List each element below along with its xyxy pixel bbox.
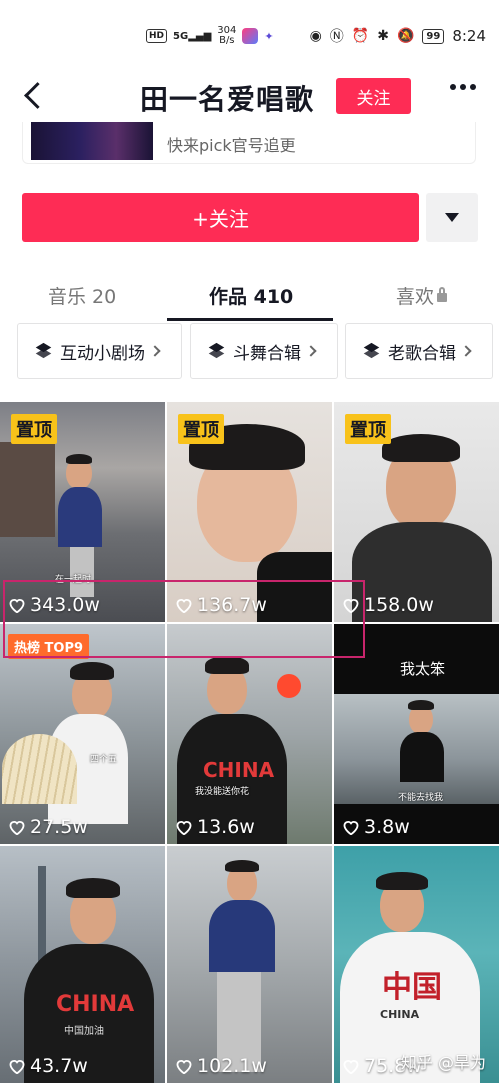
heart-icon	[9, 821, 25, 835]
like-count: 102.1w	[175, 1055, 267, 1077]
status-left: HD 5G▂▄▆ 304 B/s ✦	[146, 26, 274, 46]
layers-icon	[364, 343, 380, 359]
collection-old-songs[interactable]: 老歌合辑	[345, 323, 493, 379]
pinned-badge: 置顶	[178, 414, 224, 444]
like-count-value: 158.0w	[364, 594, 434, 616]
bluetooth-icon: ✱	[377, 28, 389, 44]
person-hair	[408, 700, 434, 710]
like-count-value: 102.1w	[197, 1055, 267, 1077]
heart-icon	[176, 1060, 192, 1074]
person-hair	[225, 860, 259, 872]
follow-dropdown-button[interactable]	[426, 193, 478, 242]
chevron-right-icon	[305, 345, 317, 357]
shirt-print: CHINA	[56, 992, 135, 1017]
video-caption: 四个五	[90, 755, 118, 765]
chevron-right-icon	[149, 345, 161, 357]
like-count-value: 43.7w	[30, 1055, 88, 1077]
heart-icon	[9, 1060, 25, 1074]
person-hair	[66, 454, 92, 464]
layers-icon	[209, 343, 225, 359]
like-count: 13.6w	[175, 816, 255, 838]
pick-card[interactable]: 快来pick官号追更	[22, 122, 476, 164]
person-hair	[382, 434, 460, 462]
battery-icon: 99	[422, 28, 445, 44]
chevron-right-icon	[460, 345, 472, 357]
like-count-value: 27.5w	[30, 816, 88, 838]
tab-music[interactable]: 音乐 20	[48, 282, 116, 309]
shirt-print: CHINA	[203, 758, 275, 782]
dot-icon	[460, 84, 466, 90]
video-caption: 我没能送你花	[195, 787, 250, 797]
back-button[interactable]	[20, 80, 50, 114]
video-grid: 在一起时... 置顶 343.0w 置顶 136.7w 置顶 158.0w 四个…	[0, 402, 500, 1083]
header-follow-button[interactable]: 关注	[336, 78, 411, 114]
nfc-icon: Ⓝ	[329, 29, 344, 45]
dot-icon	[450, 84, 456, 90]
heart-icon	[343, 821, 359, 835]
profile-tabs: 音乐 20 作品 410 喜欢	[0, 272, 500, 322]
video-thumbnail[interactable]: CHINA 中国加油 43.7w	[0, 846, 165, 1083]
shirt-subtext: 中国加油	[64, 1026, 104, 1037]
pinned-badge: 置顶	[11, 414, 57, 444]
shirt-print: CHINA	[380, 1008, 420, 1021]
clock: 8:24	[452, 27, 486, 45]
dot-icon	[470, 84, 476, 90]
like-count: 27.5w	[8, 816, 88, 838]
eye-icon: ◉	[309, 28, 322, 44]
pick-card-thumbnail	[31, 122, 153, 160]
heart-icon	[176, 821, 192, 835]
mute-icon: 🔕	[396, 28, 415, 44]
network-speed: 304 B/s	[217, 25, 237, 46]
video-thumbnail[interactable]: 102.1w	[167, 846, 332, 1083]
collection-dance[interactable]: 斗舞合辑	[190, 323, 338, 379]
app-notification-icon-2: ✦	[264, 29, 274, 43]
active-tab-indicator	[167, 318, 333, 321]
status-right: ◉ Ⓝ ⏰ ✱ 🔕 99 8:24	[310, 26, 486, 46]
annotation-highlight-box	[3, 580, 365, 658]
heart-icon	[343, 1060, 359, 1074]
like-count: 3.8w	[342, 816, 410, 838]
alarm-icon: ⏰	[351, 28, 370, 44]
black-tshirt	[400, 732, 444, 782]
video-thumbnail[interactable]: 中国 CHINA 75.8w	[334, 846, 499, 1083]
shirt-print-chinese: 中国	[382, 970, 442, 1005]
pinwheel-flower	[277, 674, 301, 698]
pick-card-text: 快来pick官号追更	[167, 136, 296, 155]
collection-interactive-theater[interactable]: 互动小剧场	[17, 323, 182, 379]
pinned-badge: 置顶	[345, 414, 391, 444]
collection-label: 互动小剧场	[60, 343, 145, 364]
collection-label: 斗舞合辑	[233, 343, 301, 364]
tab-likes-label: 喜欢	[396, 286, 435, 308]
more-options-button[interactable]	[450, 84, 476, 90]
collections-row: 互动小剧场 斗舞合辑 老歌合辑	[0, 322, 500, 380]
like-count: 43.7w	[8, 1055, 88, 1077]
layers-icon	[36, 343, 52, 359]
collection-label: 老歌合辑	[388, 343, 456, 364]
building-bg	[0, 442, 55, 537]
suit-jacket	[58, 487, 102, 547]
app-notification-icon	[242, 28, 259, 44]
like-count-value: 3.8w	[364, 816, 410, 838]
folding-fan	[2, 734, 77, 804]
signal-icon: 5G▂▄▆	[173, 30, 212, 42]
video-caption: 不能去找我	[398, 793, 444, 803]
person-hair	[205, 656, 249, 674]
lock-icon	[437, 287, 448, 302]
status-bar: HD 5G▂▄▆ 304 B/s ✦ ◉ Ⓝ ⏰ ✱ 🔕 99 8:24	[0, 0, 500, 72]
tab-likes[interactable]: 喜欢	[396, 282, 448, 309]
person-hair	[66, 878, 120, 898]
video-overlay-title: 我太笨	[400, 660, 446, 678]
person-hair	[376, 872, 428, 890]
person-hair	[70, 662, 114, 680]
follow-button[interactable]: +关注	[22, 193, 419, 242]
suit-jacket	[209, 900, 275, 972]
page-title: 田一名爱唱歌	[140, 83, 315, 116]
profile-header: 田一名爱唱歌 关注	[0, 72, 500, 122]
watermark: 知乎 @旱为	[400, 1053, 486, 1072]
tab-works[interactable]: 作品 410	[209, 282, 293, 309]
like-count-value: 13.6w	[197, 816, 255, 838]
hd-tag: HD	[146, 29, 168, 43]
